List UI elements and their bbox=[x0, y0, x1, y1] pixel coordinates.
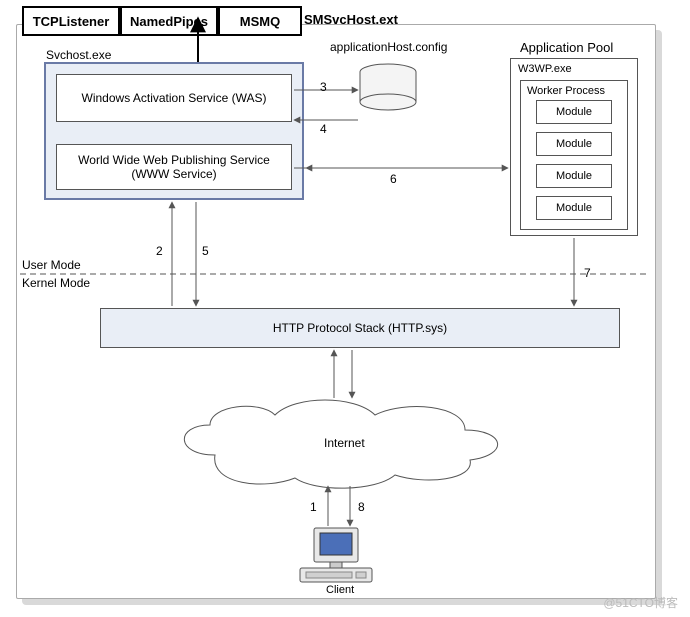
was-label: Windows Activation Service (WAS) bbox=[82, 91, 267, 105]
application-pool-label: Application Pool bbox=[520, 40, 613, 55]
kernel-mode-label: Kernel Mode bbox=[22, 276, 90, 290]
num-7: 7 bbox=[584, 266, 591, 280]
msmq-box: MSMQ bbox=[218, 6, 302, 36]
module-box-3: Module bbox=[536, 164, 612, 188]
tcp-listener-box: TCPListener bbox=[22, 6, 120, 36]
num-8: 8 bbox=[358, 500, 365, 514]
svchost-title: Svchost.exe bbox=[46, 48, 111, 62]
msmq-label: MSMQ bbox=[240, 14, 280, 29]
httpsys-label: HTTP Protocol Stack (HTTP.sys) bbox=[273, 321, 447, 335]
www-service-label: World Wide Web Publishing Service (WWW S… bbox=[78, 153, 270, 181]
tcp-listener-label: TCPListener bbox=[33, 14, 110, 29]
httpsys-box: HTTP Protocol Stack (HTTP.sys) bbox=[100, 308, 620, 348]
worker-process-label: Worker Process bbox=[527, 85, 605, 97]
num-2: 2 bbox=[156, 244, 163, 258]
num-4: 4 bbox=[320, 122, 327, 136]
internet-label: Internet bbox=[324, 436, 365, 450]
module-box-2: Module bbox=[536, 132, 612, 156]
module-box-1: Module bbox=[536, 100, 612, 124]
client-label: Client bbox=[326, 584, 354, 596]
named-pipes-box: NamedPipes bbox=[120, 6, 218, 36]
num-6: 6 bbox=[390, 172, 397, 186]
diagram-root: TCPListener NamedPipes MSMQ SMSvcHost.ex… bbox=[0, 0, 690, 617]
num-5: 5 bbox=[202, 244, 209, 258]
num-3: 3 bbox=[320, 80, 327, 94]
num-1: 1 bbox=[310, 500, 317, 514]
was-box: Windows Activation Service (WAS) bbox=[56, 74, 292, 122]
w3wp-title: W3WP.exe bbox=[518, 63, 572, 75]
apphost-config-label: applicationHost.config bbox=[330, 40, 447, 54]
www-service-box: World Wide Web Publishing Service (WWW S… bbox=[56, 144, 292, 190]
watermark: @51CTO博客 bbox=[603, 594, 678, 611]
user-mode-label: User Mode bbox=[22, 258, 81, 272]
named-pipes-label: NamedPipes bbox=[130, 14, 208, 29]
module-box-4: Module bbox=[536, 196, 612, 220]
svchost-ext-label: SMSvcHost.ext bbox=[304, 12, 398, 27]
